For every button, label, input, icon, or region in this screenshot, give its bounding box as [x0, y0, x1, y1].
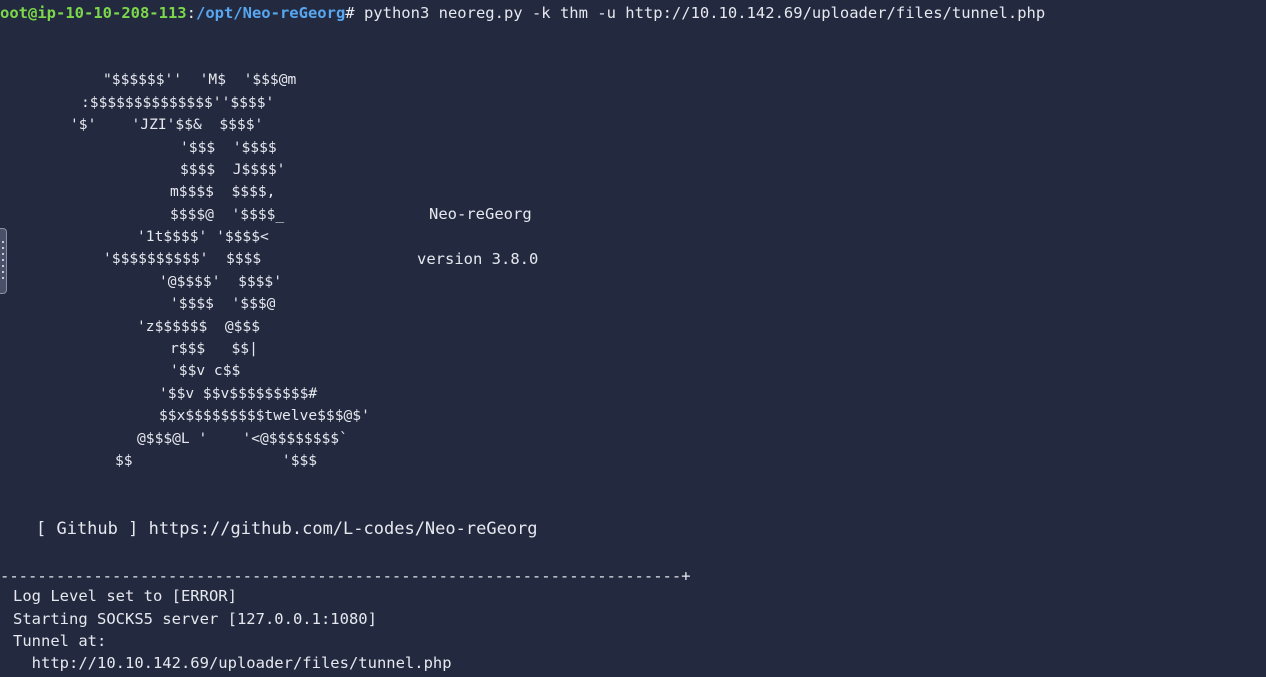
ascii-art-line: "$$$$$$'' 'M$ '$$$@m: [103, 71, 297, 88]
ascii-art-line: m$$$$ $$$$,: [170, 183, 276, 200]
terminal-window[interactable]: oot@ip-10-10-208-113:/opt/Neo-reGeorg# p…: [0, 0, 1266, 677]
scroll-handle-icon[interactable]: [0, 228, 7, 294]
log-line-tunnel-url: http://10.10.142.69/uploader/files/tunne…: [13, 654, 452, 672]
ascii-art-line: $$$$ J$$$$': [180, 161, 286, 178]
output-separator: ----------------------------------------…: [0, 567, 691, 585]
log-line-tunnel-label: Tunnel at:: [13, 632, 107, 650]
log-line-level: Log Level set to [ERROR]: [13, 587, 237, 605]
ascii-art-line: '1t$$$$' '$$$$<: [137, 228, 269, 245]
ascii-art-line: r$$$ $$|: [170, 340, 258, 357]
ascii-art-line: 'z$$$$$$ @$$$: [137, 318, 261, 335]
ascii-art-line: '@$$$$' $$$$': [159, 273, 283, 290]
ascii-art-line: $$ '$$$: [115, 452, 318, 469]
ascii-art-line: '$$$$$$$$$$' $$$$: [103, 250, 262, 267]
ascii-art-line: '$$v c$$: [170, 362, 241, 379]
ascii-art-line: '$$$ '$$$$: [180, 139, 277, 156]
ascii-art-line: $$x$$$$$$$$$twelve$$$@$': [159, 407, 370, 424]
ascii-art-line: $$$$@ '$$$$_: [170, 206, 285, 223]
ascii-art-line: @$$$@L ' '<@$$$$$$$$`: [137, 430, 348, 447]
ascii-art-line: '$$$$ '$$$@: [170, 295, 276, 312]
ascii-art-line: '$$v $$v$$$$$$$$$#: [159, 385, 318, 402]
banner-tool-name: Neo-reGeorg: [429, 205, 532, 223]
ascii-art-line: :$$$$$$$$$$$$$$''$$$$': [81, 94, 275, 111]
banner-github-link: [ Github ] https://github.com/L-codes/Ne…: [36, 519, 538, 539]
banner-version: version 3.8.0: [417, 250, 539, 268]
ascii-art-line: '$' 'JZI'$$& $$$$': [70, 116, 264, 133]
log-line-socks: Starting SOCKS5 server [127.0.0.1:1080]: [13, 610, 377, 628]
